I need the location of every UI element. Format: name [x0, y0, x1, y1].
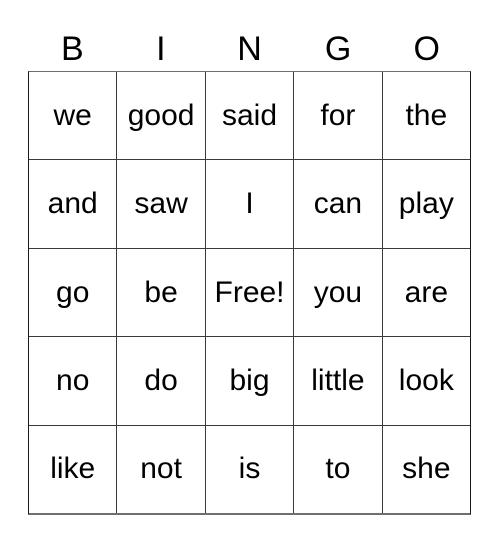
bingo-cell[interactable]: can — [293, 160, 382, 248]
bingo-cell-text: are — [404, 275, 448, 309]
bingo-cell[interactable]: be — [116, 248, 205, 337]
bingo-cell[interactable]: and — [29, 160, 117, 248]
bingo-cell[interactable]: do — [116, 337, 205, 425]
bingo-cell-text: saw — [134, 187, 188, 221]
header-letter-text: B — [60, 29, 84, 68]
bingo-cell[interactable]: little — [293, 337, 382, 425]
bingo-cell[interactable]: saw — [116, 160, 205, 248]
bingo-free-cell[interactable]: Free! — [204, 248, 294, 337]
bingo-cell-text: no — [56, 363, 90, 397]
bingo-cell[interactable]: she — [381, 425, 471, 514]
bingo-cell[interactable]: for — [293, 72, 382, 160]
bingo-row: and saw I can play — [29, 159, 471, 248]
bingo-cell-text: go — [56, 275, 90, 309]
bingo-cell[interactable]: big — [204, 337, 294, 425]
bingo-cell-text: can — [313, 187, 363, 221]
bingo-cell-text: and — [47, 187, 98, 221]
bingo-free-cell-text: Free! — [214, 275, 285, 309]
bingo-cell-text: is — [238, 452, 261, 486]
bingo-cell[interactable]: no — [29, 337, 117, 425]
bingo-header-letter-o: O — [382, 26, 471, 71]
bingo-cell-text: we — [53, 98, 92, 132]
bingo-cell[interactable]: play — [381, 160, 471, 248]
header-letter-text: G — [324, 29, 352, 68]
bingo-cell-text: like — [50, 452, 96, 486]
bingo-cell-text: be — [144, 275, 178, 309]
bingo-cell-text: good — [127, 98, 195, 132]
bingo-cell[interactable]: said — [204, 72, 294, 160]
bingo-row: like not is to she — [29, 424, 471, 514]
bingo-cell[interactable]: to — [293, 425, 382, 514]
bingo-cell-text: to — [325, 452, 351, 486]
bingo-cell-text: you — [313, 275, 363, 309]
bingo-cell-text: look — [398, 363, 454, 397]
bingo-cell-text: I — [245, 187, 254, 221]
bingo-cell[interactable]: not — [116, 425, 205, 514]
bingo-grid: we good said for the and saw I can play … — [28, 71, 471, 515]
bingo-cell[interactable]: look — [381, 337, 471, 425]
bingo-header-letter-b: B — [28, 26, 117, 71]
bingo-cell-text: said — [221, 98, 278, 132]
bingo-cell[interactable]: we — [29, 72, 117, 160]
header-letter-text: I — [156, 29, 166, 68]
bingo-cell[interactable]: are — [381, 248, 471, 337]
bingo-header-letter-n: N — [205, 26, 294, 71]
bingo-cell-text: the — [405, 98, 448, 132]
header-letter-text: N — [237, 29, 262, 68]
bingo-header-letter-g: G — [294, 26, 383, 71]
bingo-cell[interactable]: the — [381, 72, 471, 160]
bingo-card: B I N G O we good said for the and saw I… — [0, 0, 500, 544]
bingo-cell-text: play — [398, 187, 454, 221]
bingo-cell-text: for — [320, 98, 356, 132]
bingo-cell[interactable]: go — [29, 248, 117, 337]
bingo-row: we good said for the — [29, 72, 471, 160]
bingo-cell[interactable]: you — [293, 248, 382, 337]
bingo-cell-text: little — [311, 363, 365, 397]
bingo-row: go be Free! you are — [29, 247, 471, 337]
bingo-cell[interactable]: like — [29, 425, 117, 514]
bingo-header-letter-i: I — [117, 26, 206, 71]
bingo-cell[interactable]: I — [204, 160, 294, 248]
bingo-row: no do big little look — [29, 336, 471, 425]
bingo-cell-text: do — [144, 363, 178, 397]
bingo-header-row: B I N G O — [28, 26, 471, 71]
bingo-cell-text: she — [402, 452, 451, 486]
bingo-cell[interactable]: good — [116, 72, 205, 160]
bingo-cell-text: big — [229, 363, 270, 397]
bingo-cell[interactable]: is — [204, 425, 294, 514]
header-letter-text: O — [413, 29, 440, 68]
bingo-cell-text: not — [140, 452, 182, 486]
